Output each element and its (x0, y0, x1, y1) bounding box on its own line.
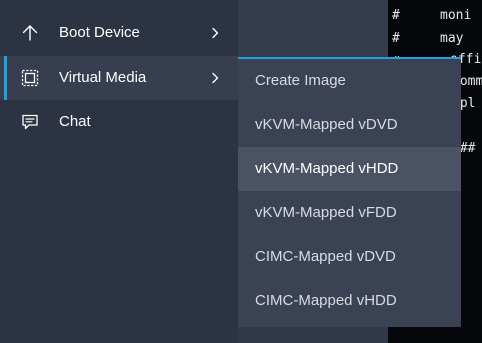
chevron-right-icon (210, 68, 220, 88)
submenu-item-vkvm-vfdd[interactable]: vKVM-Mapped vFDD (238, 191, 461, 235)
menu-item-label: Chat (59, 113, 91, 130)
menu-header-band (238, 0, 388, 57)
submenu-item-label: vKVM-Mapped vFDD (255, 204, 397, 221)
submenu-item-create-image[interactable]: Create Image (238, 59, 461, 103)
menu-item-label: Virtual Media (59, 69, 147, 86)
menu-item-boot-device[interactable]: Boot Device (0, 11, 238, 55)
terminal-hash: # (392, 31, 400, 46)
kvm-menu: Boot Device Virtual Media Chat (0, 0, 238, 343)
menu-footer-band (238, 325, 388, 343)
menu-item-chat[interactable]: Chat (0, 100, 238, 144)
terminal-line: may (440, 31, 472, 46)
terminal-line: moni (440, 8, 472, 23)
menu-item-label: Boot Device (59, 24, 140, 41)
submenu-item-label: CIMC-Mapped vDVD (255, 248, 396, 265)
submenu-item-cimc-vdvd[interactable]: CIMC-Mapped vDVD (238, 235, 461, 279)
submenu-item-label: vKVM-Mapped vDVD (255, 116, 398, 133)
submenu-item-vkvm-vdvd[interactable]: vKVM-Mapped vDVD (238, 103, 461, 147)
submenu-item-cimc-vhdd[interactable]: CIMC-Mapped vHDD (238, 279, 461, 323)
chat-bubble-icon (20, 112, 40, 132)
arrow-up-icon (20, 23, 40, 43)
submenu-item-vkvm-vhdd[interactable]: vKVM-Mapped vHDD (238, 147, 461, 191)
chevron-right-icon (210, 23, 220, 43)
virtual-media-submenu: Create Image vKVM-Mapped vDVD vKVM-Mappe… (238, 57, 461, 327)
menu-item-virtual-media[interactable]: Virtual Media (0, 56, 238, 100)
submenu-item-label: CIMC-Mapped vHDD (255, 292, 397, 309)
terminal-hash: # (392, 8, 400, 23)
selected-indicator (4, 56, 7, 100)
kvm-console-window: # moni # may # offi comm mpl ### Boot De… (0, 0, 482, 343)
virtual-media-icon (20, 68, 40, 88)
submenu-item-label: Create Image (255, 72, 346, 89)
submenu-item-label: vKVM-Mapped vHDD (255, 160, 399, 177)
